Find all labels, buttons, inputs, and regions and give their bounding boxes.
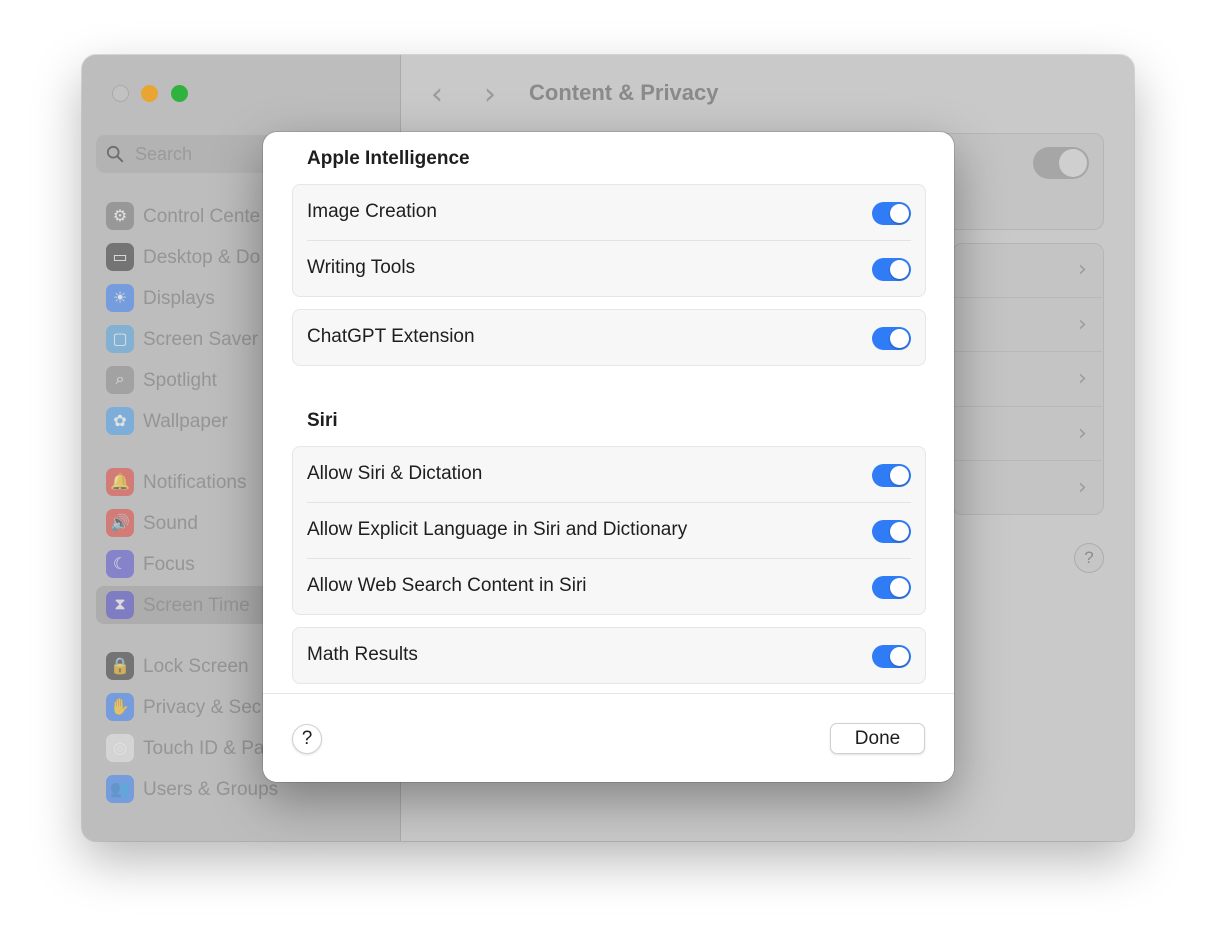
privacy-icon: ✋ [106,693,134,721]
sidebar-item-label: Privacy & Sec [143,697,262,718]
toggle-switch[interactable] [872,576,911,599]
sheet-footer: ? Done [263,693,954,782]
settings-group: ChatGPT Extension [292,309,926,366]
sidebar-item-label: Screen Saver [143,329,259,350]
setting-label: Writing Tools [307,257,416,278]
spotlight-icon: ⌕ [106,366,134,394]
divider [952,351,1102,352]
search-icon [106,145,124,163]
section-title: Apple Intelligence [307,148,470,169]
lock-screen-icon: 🔒 [106,652,134,680]
minimize-window-button[interactable] [141,85,158,102]
touch-id-icon: ◎ [106,734,134,762]
chevron-right-icon[interactable]: › [1078,257,1087,282]
screen-saver-icon: ▢ [106,325,134,353]
toggle-switch[interactable] [872,645,911,668]
setting-row: Allow Web Search Content in Siri [307,558,911,614]
sidebar-item-label: Touch ID & Pa [143,738,265,759]
setting-label: Allow Explicit Language in Siri and Dict… [307,519,688,540]
toggle-switch[interactable] [872,202,911,225]
background-help-icon[interactable]: ? [1074,543,1104,573]
setting-label: Math Results [307,644,418,665]
toggle-switch[interactable] [872,327,911,350]
back-chevron-icon[interactable]: ‹ [431,77,443,112]
help-button[interactable]: ? [292,724,322,754]
sidebar-item-label: Lock Screen [143,656,249,677]
desktop-dock-icon: ▭ [106,243,134,271]
sidebar-item-label: Spotlight [143,370,217,391]
setting-label: Allow Web Search Content in Siri [307,575,587,596]
forward-chevron-icon[interactable]: › [484,77,496,112]
setting-row: Writing Tools [307,240,911,296]
setting-row: Image Creation [293,185,925,240]
setting-label: Image Creation [307,201,437,222]
setting-row: Math Results [293,628,925,683]
section-title: Siri [307,410,338,431]
done-button[interactable]: Done [830,723,925,754]
wallpaper-icon: ✿ [106,407,134,435]
toggle-switch[interactable] [872,258,911,281]
focus-icon: ☾ [106,550,134,578]
setting-label: ChatGPT Extension [307,326,475,347]
setting-row: Allow Explicit Language in Siri and Dict… [307,502,911,558]
sidebar-item-label: Control Cente [143,206,261,227]
zoom-window-button[interactable] [171,85,188,102]
divider [952,406,1102,407]
apple-intelligence-siri-sheet: Apple Intelligence Image Creation Writing … [263,132,954,782]
sidebar-item-label: Sound [143,513,198,534]
chevron-right-icon[interactable]: › [1078,475,1087,500]
divider [952,460,1102,461]
sidebar-item-label: Focus [143,554,195,575]
search-placeholder: Search [135,144,193,164]
notifications-icon: 🔔 [106,468,134,496]
setting-row: Allow Siri & Dictation [293,447,925,502]
settings-group: Math Results [292,627,926,684]
sidebar-item-label: Desktop & Do [143,247,261,268]
sidebar-item-label: Screen Time [143,595,250,616]
sidebar-item-label: Wallpaper [143,411,228,432]
sound-icon: 🔊 [106,509,134,537]
setting-row: ChatGPT Extension [293,310,925,365]
setting-label: Allow Siri & Dictation [307,463,483,484]
sidebar-item-label: Users & Groups [143,779,279,800]
divider [952,297,1102,298]
sidebar-item-label: Displays [143,288,215,309]
settings-group: Image Creation Writing Tools [292,184,926,297]
users-groups-icon: 👥 [106,775,134,803]
page-title: Content & Privacy [529,80,719,105]
sidebar-item-label: Notifications [143,472,247,493]
close-window-button[interactable] [112,85,129,102]
toggle-switch[interactable] [872,520,911,543]
screen-time-icon: ⧗ [106,591,134,619]
chevron-right-icon[interactable]: › [1078,366,1087,391]
control-center-icon: ⚙ [106,202,134,230]
toggle-switch[interactable] [872,464,911,487]
chevron-right-icon[interactable]: › [1078,312,1087,337]
displays-icon: ☀ [106,284,134,312]
background-toggle[interactable] [1033,147,1089,179]
settings-group: Allow Siri & Dictation Allow Explicit Lan… [292,446,926,615]
chevron-right-icon[interactable]: › [1078,421,1087,446]
